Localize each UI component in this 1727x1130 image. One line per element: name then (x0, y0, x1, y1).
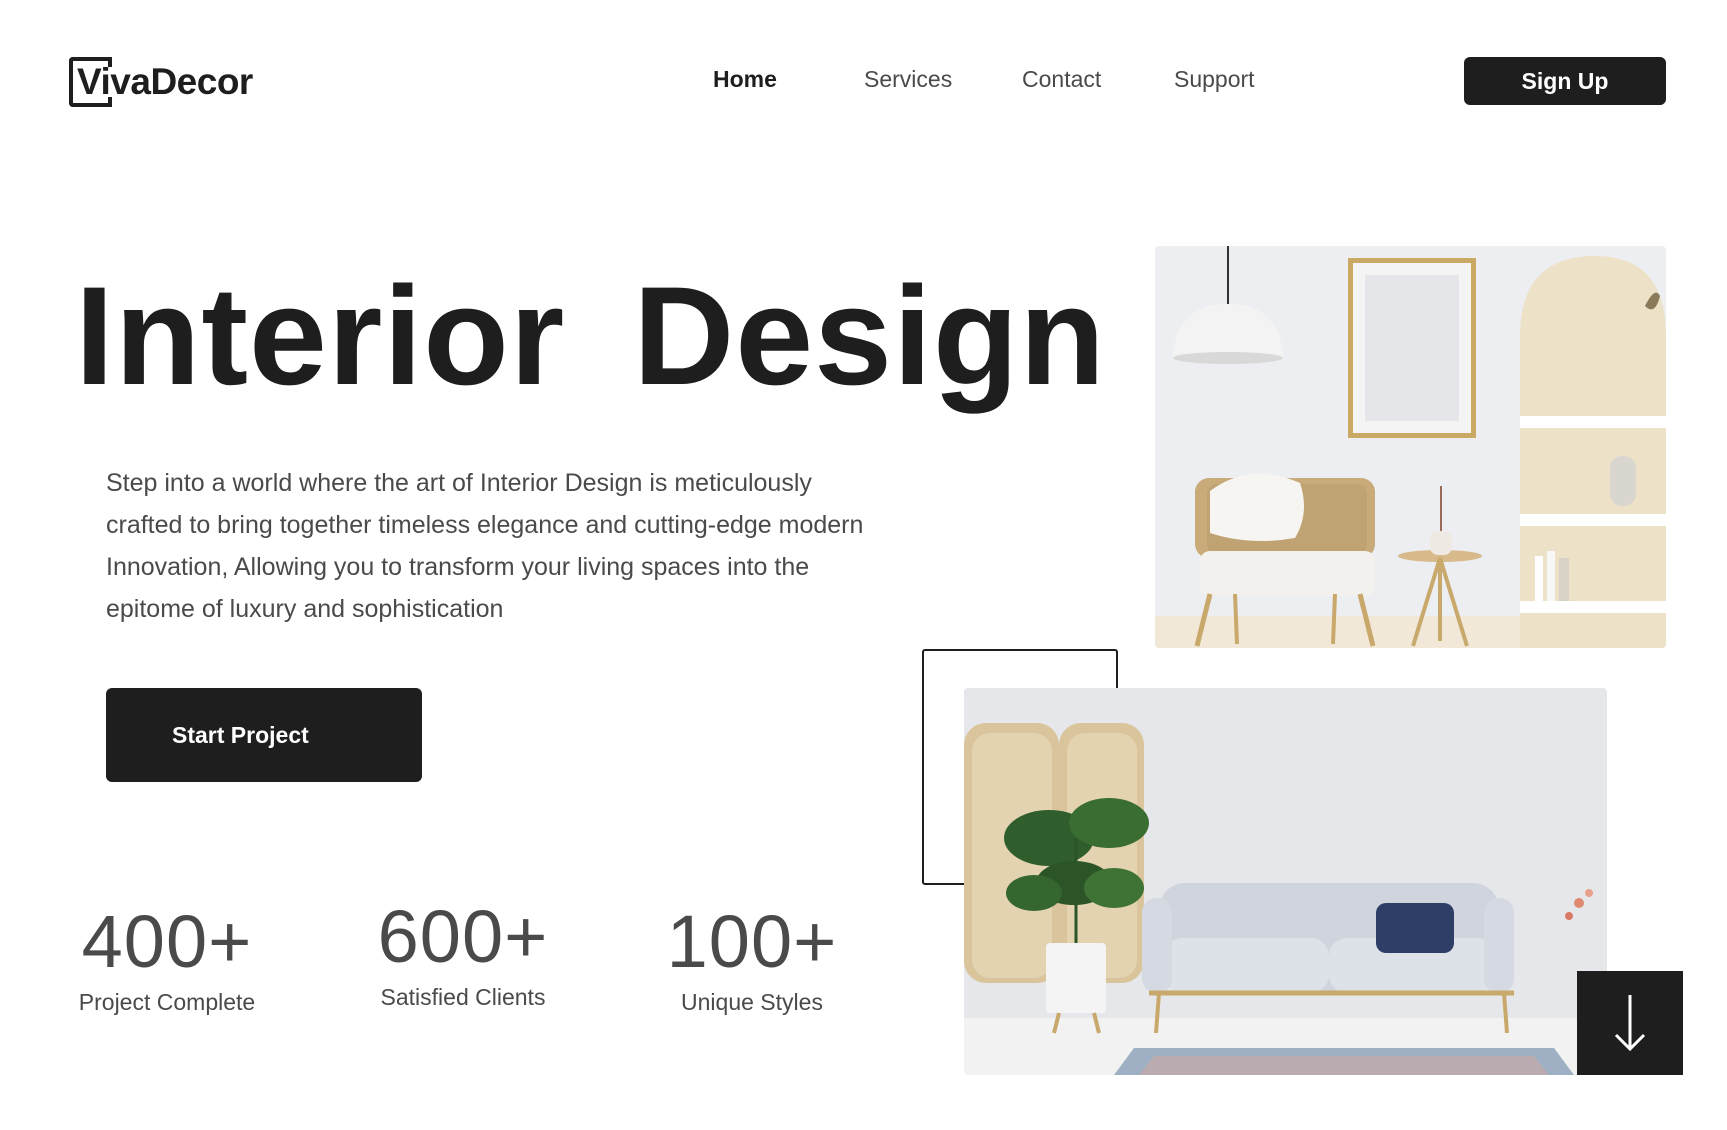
stat-clients: 600+ Satisfied Clients (363, 900, 563, 1011)
stat-label: Satisfied Clients (380, 984, 546, 1010)
nav-item-contact[interactable]: Contact (1022, 66, 1101, 93)
stat-value: 600+ (377, 895, 549, 978)
arrow-down-icon (1614, 995, 1646, 1052)
stat-value: 400+ (81, 900, 253, 983)
nav-item-services[interactable]: Services (864, 66, 952, 93)
brand-name: VivaDecor (77, 61, 253, 102)
brand-logo[interactable]: VivaDecor (69, 57, 253, 107)
nav-item-home[interactable]: Home (713, 66, 777, 93)
scroll-down-button[interactable] (1577, 971, 1683, 1075)
stat-label: Project Complete (78, 989, 256, 1015)
living-room-armchair-photo (1155, 246, 1666, 648)
signup-button[interactable]: Sign Up (1464, 57, 1666, 105)
living-room-sofa-photo (964, 688, 1607, 1075)
stat-projects: 400+ Project Complete (67, 905, 267, 1016)
hero-title: Interior Design (75, 257, 1106, 414)
start-project-button[interactable]: Start Project (106, 688, 422, 782)
stat-label: Unique Styles (681, 989, 823, 1015)
hero-description: Step into a world where the art of Inter… (106, 469, 864, 623)
stat-value: 100+ (666, 900, 838, 983)
stat-styles: 100+ Unique Styles (652, 905, 852, 1016)
nav-item-support[interactable]: Support (1174, 66, 1255, 93)
